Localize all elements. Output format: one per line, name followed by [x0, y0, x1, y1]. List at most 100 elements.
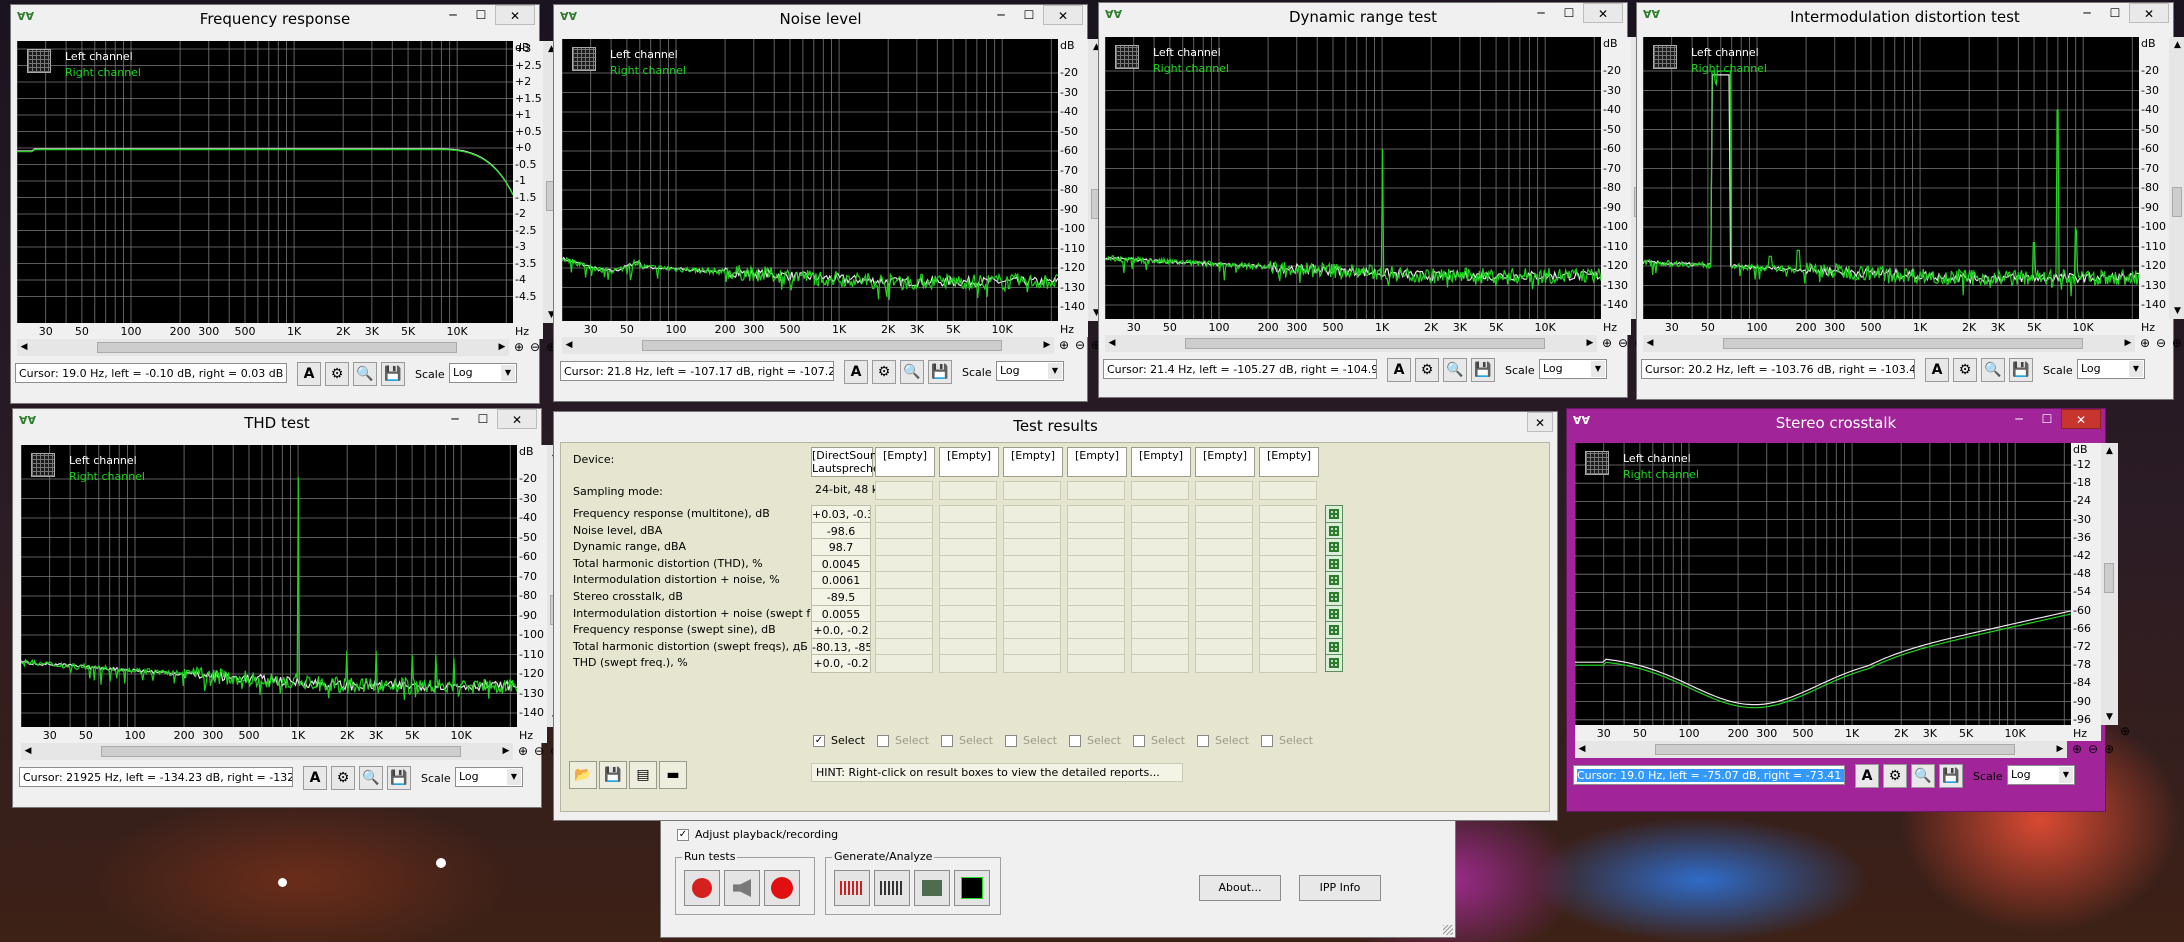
- scale-select[interactable]: Log ▼: [449, 363, 517, 383]
- scroll-right-arrow-icon[interactable]: ▶: [499, 743, 513, 760]
- zoom-in-x-icon[interactable]: ⊕: [1056, 337, 1072, 353]
- zoom-in-x-icon[interactable]: ⊕: [2069, 741, 2085, 757]
- result-cell[interactable]: [1195, 654, 1253, 674]
- result-cell[interactable]: [1131, 481, 1189, 500]
- scroll-thumb[interactable]: [1185, 338, 1545, 349]
- title-bar[interactable]: ⱯⱯ Noise level ─ ☐ ✕: [554, 5, 1087, 31]
- analyze-wave-button[interactable]: [874, 870, 910, 906]
- graph-plot[interactable]: Left channel Right channel: [562, 39, 1058, 321]
- result-cell[interactable]: [1003, 654, 1061, 674]
- save-icon[interactable]: 💾: [381, 362, 405, 386]
- vertical-scrollbar[interactable]: ▲▼: [2101, 443, 2118, 725]
- graph-grid-icon[interactable]: [572, 47, 596, 71]
- graph-plot[interactable]: Left channel Right channel: [1575, 443, 2071, 725]
- title-bar[interactable]: ⱯⱯ THD test ─ ☐ ✕: [13, 409, 541, 435]
- select-checkbox[interactable]: [1005, 735, 1017, 747]
- detail-report-icon[interactable]: [1325, 588, 1343, 606]
- graph-grid-icon[interactable]: [27, 49, 51, 73]
- spectrum-button[interactable]: [954, 870, 990, 906]
- vertical-scrollbar[interactable]: ▲▼: [2169, 37, 2184, 319]
- graph-grid-icon[interactable]: [1653, 45, 1677, 69]
- result-cell[interactable]: [939, 654, 997, 674]
- scale-select[interactable]: Log ▼: [2007, 765, 2075, 785]
- select-checkbox[interactable]: [941, 735, 953, 747]
- generate-wave-button[interactable]: [834, 870, 870, 906]
- detail-report-icon[interactable]: [1325, 554, 1343, 573]
- result-cell[interactable]: [875, 654, 933, 674]
- zoom-out-x-icon[interactable]: ⊖: [2085, 741, 2101, 757]
- scroll-thumb[interactable]: [97, 342, 457, 353]
- horizontal-scrollbar[interactable]: ◀ ▶: [17, 339, 509, 356]
- zoom-out-x-icon[interactable]: ⊖: [1072, 337, 1088, 353]
- scroll-thumb[interactable]: [2104, 563, 2114, 593]
- detail-report-icon[interactable]: [1325, 521, 1343, 540]
- graph-grid-icon[interactable]: [1585, 451, 1609, 475]
- zoom-out-x-icon[interactable]: ⊖: [531, 743, 547, 759]
- playback-test-button[interactable]: [684, 870, 720, 906]
- horizontal-scrollbar[interactable]: ◀ ▶: [562, 337, 1054, 354]
- settings-icon[interactable]: ⚙: [1883, 764, 1907, 788]
- horizontal-scrollbar[interactable]: ◀ ▶: [21, 743, 513, 760]
- result-cell[interactable]: [1259, 654, 1317, 674]
- adjust-checkbox[interactable]: ✓: [677, 829, 689, 841]
- device-column-header[interactable]: [Empty]: [1003, 447, 1063, 477]
- close-button[interactable]: ✕: [2061, 409, 2101, 429]
- chevron-down-icon[interactable]: ▼: [507, 769, 521, 785]
- scroll-left-arrow-icon[interactable]: ◀: [21, 743, 35, 760]
- zoom-in-x-icon[interactable]: ⊕: [515, 743, 531, 759]
- scroll-thumb[interactable]: [1655, 744, 2015, 755]
- result-cell[interactable]: [1131, 654, 1189, 674]
- select-checkbox[interactable]: [1069, 735, 1081, 747]
- zoom-in-x-icon[interactable]: ⊕: [2137, 335, 2153, 351]
- select-checkbox[interactable]: [1133, 735, 1145, 747]
- title-bar[interactable]: ⱯⱯ Stereo crosstalk ─ ☐ ✕: [1567, 409, 2105, 435]
- maximize-button[interactable]: ☐: [469, 409, 497, 429]
- close-button[interactable]: ✕: [497, 409, 537, 429]
- select-checkbox[interactable]: ✓: [813, 735, 825, 747]
- minimize-button[interactable]: ─: [1527, 3, 1555, 23]
- save-icon[interactable]: 💾: [387, 766, 411, 790]
- chevron-down-icon[interactable]: ▼: [1591, 361, 1605, 377]
- about-button[interactable]: About...: [1199, 875, 1281, 901]
- close-button[interactable]: ✕: [1583, 3, 1623, 23]
- select-checkbox[interactable]: [877, 735, 889, 747]
- scale-select[interactable]: Log ▼: [2077, 359, 2145, 379]
- zoom-in-x-icon[interactable]: ⊕: [511, 339, 527, 355]
- minimize-button[interactable]: ─: [441, 409, 469, 429]
- speaker-test-button[interactable]: [724, 870, 760, 906]
- horizontal-scrollbar[interactable]: ◀ ▶: [1575, 741, 2067, 758]
- scale-select[interactable]: Log ▼: [1539, 359, 1607, 379]
- save-icon[interactable]: 💾: [1939, 764, 1963, 788]
- graph-grid-icon[interactable]: [1115, 45, 1139, 69]
- settings-icon[interactable]: ⚙: [331, 766, 355, 790]
- open-folder-button[interactable]: 📂: [569, 761, 597, 789]
- graph-plot[interactable]: Left channel Right channel: [1105, 37, 1601, 319]
- font-style-icon[interactable]: A: [303, 766, 327, 790]
- scroll-up-arrow-icon[interactable]: ▲: [2169, 37, 2184, 53]
- detail-report-icon[interactable]: [1325, 637, 1343, 656]
- close-button[interactable]: ✕: [2129, 3, 2169, 23]
- chevron-down-icon[interactable]: ▼: [2059, 767, 2073, 783]
- save-icon[interactable]: 💾: [928, 360, 952, 384]
- maximize-button[interactable]: ☐: [2033, 409, 2061, 429]
- scroll-left-arrow-icon[interactable]: ◀: [562, 337, 576, 354]
- maximize-button[interactable]: ☐: [2101, 3, 2129, 23]
- magnifier-icon[interactable]: 🔍: [1911, 764, 1935, 788]
- graph-plot[interactable]: Left channel Right channel: [21, 445, 517, 727]
- scroll-left-arrow-icon[interactable]: ◀: [1105, 335, 1119, 352]
- device-column-header[interactable]: [Empty]: [1067, 447, 1127, 477]
- magnifier-icon[interactable]: 🔍: [900, 360, 924, 384]
- magnifier-icon[interactable]: 🔍: [1443, 358, 1467, 382]
- scroll-right-arrow-icon[interactable]: ▶: [1583, 335, 1597, 352]
- select-checkbox[interactable]: [1197, 735, 1209, 747]
- detail-report-icon[interactable]: [1325, 604, 1343, 623]
- scroll-right-arrow-icon[interactable]: ▶: [2121, 335, 2135, 352]
- zoom-out-x-icon[interactable]: ⊖: [1615, 335, 1631, 351]
- result-cell[interactable]: [939, 481, 997, 500]
- detail-report-icon[interactable]: [1325, 505, 1343, 523]
- minimize-button[interactable]: ─: [2005, 409, 2033, 429]
- scroll-thumb[interactable]: [2172, 187, 2182, 217]
- font-style-icon[interactable]: A: [297, 362, 321, 386]
- zoom-out-x-icon[interactable]: ⊖: [2153, 335, 2169, 351]
- minimize-button[interactable]: ─: [2073, 3, 2101, 23]
